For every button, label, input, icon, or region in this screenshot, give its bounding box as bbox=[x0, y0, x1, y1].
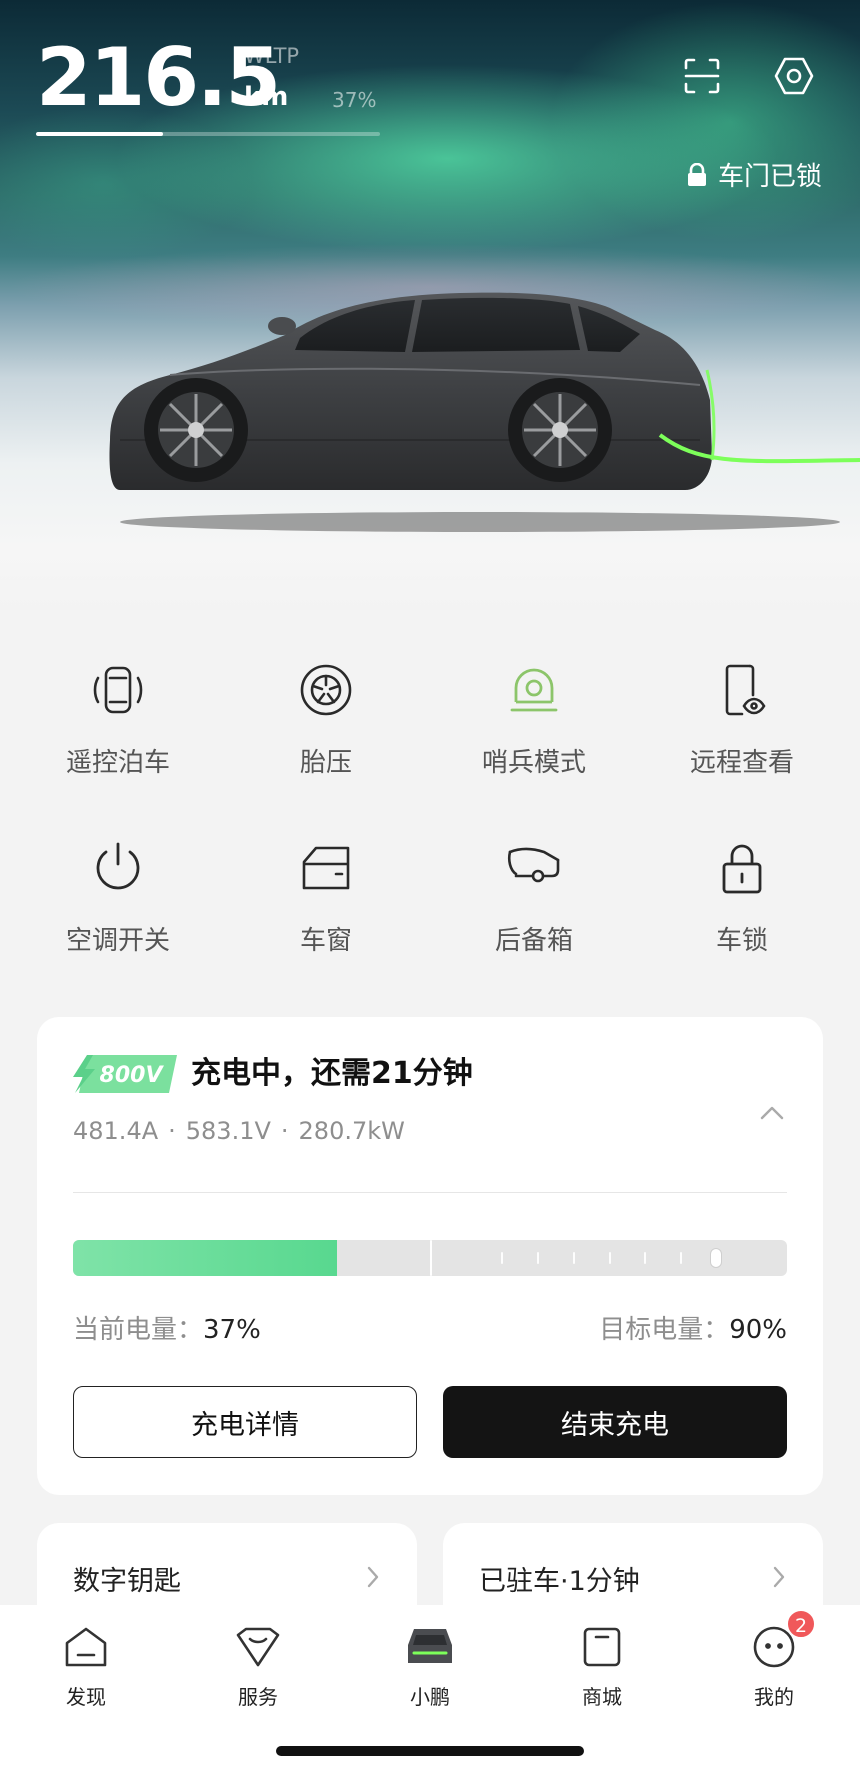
current-level-label: 当前电量： bbox=[73, 1315, 204, 1345]
battery-percent: 37% bbox=[332, 88, 377, 112]
bar-midpoint-marker bbox=[430, 1240, 432, 1276]
action-label: 遥控泊车 bbox=[65, 748, 170, 778]
remote-view-icon bbox=[712, 660, 772, 720]
action-label: 车窗 bbox=[299, 926, 352, 956]
range-value: 216.5 bbox=[36, 31, 281, 124]
action-car-lock[interactable]: 车锁 bbox=[638, 838, 846, 957]
action-remote-parking[interactable]: 遥控泊车 bbox=[14, 660, 222, 779]
action-trunk[interactable]: 后备箱 bbox=[430, 838, 638, 957]
nav-label: 商城 bbox=[582, 1685, 622, 1709]
car-icon bbox=[404, 1623, 456, 1671]
action-label: 空调开关 bbox=[65, 926, 170, 956]
discover-icon bbox=[60, 1623, 112, 1671]
battery-bar-fill bbox=[36, 132, 164, 136]
charging-status-title: 充电中，还需21分钟 bbox=[191, 1056, 473, 1091]
lock-status-text: 车门已锁 bbox=[717, 162, 822, 192]
sentry-mode-icon bbox=[504, 660, 564, 720]
nav-service[interactable]: 服务 bbox=[198, 1623, 318, 1710]
bottom-navigation: 发现 服务 小鹏 商城 2 我的 bbox=[0, 1605, 860, 1773]
vehicle-hero: 216.5 WLTP km 37% 车门已锁 bbox=[0, 0, 860, 610]
nav-label: 我的 bbox=[754, 1685, 794, 1709]
nav-label: 服务 bbox=[238, 1685, 278, 1709]
stop-charging-button[interactable]: 结束充电 bbox=[443, 1386, 787, 1458]
current-level: 当前电量：37% bbox=[73, 1309, 261, 1346]
action-remote-view[interactable]: 远程查看 bbox=[638, 660, 846, 779]
bar-tick bbox=[608, 1252, 611, 1264]
charging-power: 280.7kW bbox=[298, 1117, 405, 1145]
service-icon bbox=[232, 1623, 284, 1671]
nav-store[interactable]: 商城 bbox=[542, 1623, 662, 1710]
nav-discover[interactable]: 发现 bbox=[26, 1623, 146, 1710]
home-indicator bbox=[276, 1746, 584, 1756]
nav-label: 发现 bbox=[66, 1685, 106, 1709]
800v-badge: 800V bbox=[73, 1055, 177, 1093]
target-level-value: 90% bbox=[729, 1315, 787, 1345]
charging-current: 481.4A bbox=[73, 1117, 159, 1145]
vehicle-image bbox=[109, 292, 860, 532]
bar-tick bbox=[644, 1252, 647, 1264]
collapse-chevron-up-icon[interactable] bbox=[757, 1101, 787, 1125]
divider bbox=[73, 1192, 787, 1193]
battery-bar bbox=[36, 132, 380, 136]
window-icon bbox=[296, 838, 356, 898]
action-ac-power[interactable]: 空调开关 bbox=[14, 838, 222, 957]
range-standard: WLTP bbox=[244, 44, 300, 68]
target-level: 目标电量：90% bbox=[599, 1309, 787, 1346]
lock-icon bbox=[686, 162, 708, 187]
scan-icon[interactable] bbox=[676, 50, 728, 102]
remote-parking-icon bbox=[88, 660, 148, 720]
action-label: 后备箱 bbox=[494, 926, 573, 956]
action-label: 远程查看 bbox=[689, 748, 794, 778]
action-label: 胎压 bbox=[299, 748, 352, 778]
profile-icon: 2 bbox=[748, 1609, 816, 1671]
parking-status-label: 已驻车·1分钟 bbox=[479, 1566, 640, 1597]
digital-key-label: 数字钥匙 bbox=[73, 1566, 181, 1597]
chevron-right-icon bbox=[363, 1563, 383, 1591]
bar-tick bbox=[537, 1252, 540, 1264]
bar-tick bbox=[501, 1252, 504, 1264]
door-lock-status: 车门已锁 bbox=[686, 156, 822, 193]
power-icon bbox=[88, 838, 148, 898]
action-label: 车锁 bbox=[715, 926, 768, 956]
target-level-label: 目标电量： bbox=[599, 1315, 730, 1345]
bar-tick bbox=[679, 1252, 682, 1264]
settings-hexagon-icon[interactable] bbox=[768, 50, 820, 102]
range-unit: km bbox=[244, 82, 289, 112]
svg-text:800V: 800V bbox=[100, 1063, 165, 1088]
current-level-value: 37% bbox=[203, 1315, 261, 1345]
charging-card: 800V 充电中，还需21分钟 481.4A · 583.1V · 280.7kW 当前… bbox=[37, 1017, 823, 1495]
charging-details-button[interactable]: 充电详情 bbox=[73, 1386, 417, 1458]
charging-stats: 481.4A · 583.1V · 280.7kW bbox=[73, 1117, 405, 1145]
action-label: 哨兵模式 bbox=[481, 748, 586, 778]
action-sentry-mode[interactable]: 哨兵模式 bbox=[430, 660, 638, 779]
nav-label: 小鹏 bbox=[410, 1685, 450, 1709]
charge-level-fill bbox=[73, 1240, 338, 1276]
padlock-icon bbox=[712, 838, 772, 898]
action-windows[interactable]: 车窗 bbox=[222, 838, 430, 957]
tire-pressure-icon bbox=[296, 660, 356, 720]
charge-level-bar[interactable] bbox=[73, 1240, 787, 1276]
notification-badge: 2 bbox=[786, 1609, 816, 1639]
nav-xiaopeng[interactable]: 小鹏 bbox=[370, 1623, 490, 1710]
trunk-icon bbox=[504, 838, 564, 898]
store-icon bbox=[576, 1623, 628, 1671]
charging-voltage: 583.1V bbox=[185, 1117, 271, 1145]
chevron-right-icon bbox=[769, 1563, 789, 1591]
nav-profile[interactable]: 2 我的 bbox=[714, 1609, 834, 1710]
bar-tick bbox=[572, 1252, 575, 1264]
action-tire-pressure[interactable]: 胎压 bbox=[222, 660, 430, 779]
target-level-handle[interactable] bbox=[709, 1248, 722, 1268]
